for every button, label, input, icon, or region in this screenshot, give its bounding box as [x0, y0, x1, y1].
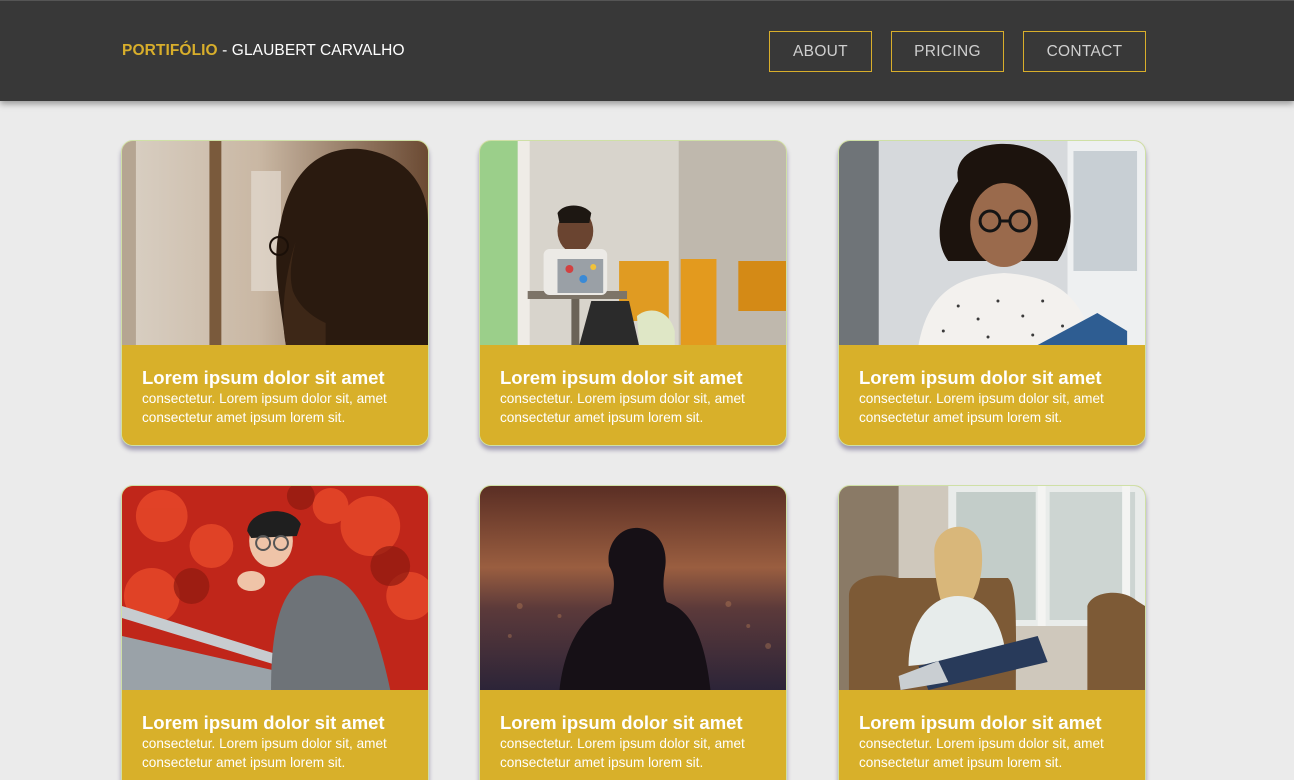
card-body: Lorem ipsum dolor sit amet consectetur. …	[839, 345, 1145, 445]
woman-with-glasses-profile-photo	[122, 141, 428, 345]
woman-armchair-window-photo	[839, 486, 1145, 690]
nav-about-button[interactable]: ABOUT	[769, 31, 872, 72]
portfolio-card[interactable]: Lorem ipsum dolor sit amet consectetur. …	[479, 140, 787, 446]
portfolio-card[interactable]: Lorem ipsum dolor sit amet consectetur. …	[838, 485, 1146, 780]
card-title: Lorem ipsum dolor sit amet	[859, 712, 1102, 733]
card-title: Lorem ipsum dolor sit amet	[142, 712, 385, 733]
man-with-laptop-photo	[480, 141, 786, 345]
card-description: consectetur. Lorem ipsum dolor sit, amet…	[859, 736, 1104, 770]
site-header: PORTIFÓLIO - GLAUBERT CARVALHO ABOUT PRI…	[0, 0, 1294, 101]
card-body: Lorem ipsum dolor sit amet consectetur. …	[122, 345, 428, 445]
card-body: Lorem ipsum dolor sit amet consectetur. …	[480, 345, 786, 445]
card-description: consectetur. Lorem ipsum dolor sit, amet…	[142, 736, 387, 770]
portfolio-card[interactable]: Lorem ipsum dolor sit amet consectetur. …	[479, 485, 787, 780]
card-title: Lorem ipsum dolor sit amet	[859, 367, 1102, 388]
card-body: Lorem ipsum dolor sit amet consectetur. …	[122, 690, 428, 780]
brand-accent: PORTIFÓLIO	[122, 42, 218, 59]
woman-red-foliage-photo	[122, 486, 428, 690]
nav-pricing-button[interactable]: PRICING	[891, 31, 1004, 72]
card-body: Lorem ipsum dolor sit amet consectetur. …	[839, 690, 1145, 780]
portfolio-card[interactable]: Lorem ipsum dolor sit amet consectetur. …	[121, 140, 429, 446]
portfolio-card[interactable]: Lorem ipsum dolor sit amet consectetur. …	[838, 140, 1146, 446]
portfolio-card[interactable]: Lorem ipsum dolor sit amet consectetur. …	[121, 485, 429, 780]
card-title: Lorem ipsum dolor sit amet	[500, 712, 743, 733]
curly-hair-woman-reading-photo	[839, 141, 1145, 345]
card-title: Lorem ipsum dolor sit amet	[142, 367, 385, 388]
brand-name: - GLAUBERT CARVALHO	[217, 42, 405, 59]
woman-sunset-view-photo	[480, 486, 786, 690]
nav-contact-button[interactable]: CONTACT	[1023, 31, 1146, 72]
card-description: consectetur. Lorem ipsum dolor sit, amet…	[500, 391, 745, 425]
card-title: Lorem ipsum dolor sit amet	[500, 367, 743, 388]
site-brand[interactable]: PORTIFÓLIO - GLAUBERT CARVALHO	[122, 42, 405, 60]
card-description: consectetur. Lorem ipsum dolor sit, amet…	[142, 391, 387, 425]
card-description: consectetur. Lorem ipsum dolor sit, amet…	[859, 391, 1104, 425]
card-description: consectetur. Lorem ipsum dolor sit, amet…	[500, 736, 745, 770]
card-body: Lorem ipsum dolor sit amet consectetur. …	[480, 690, 786, 780]
